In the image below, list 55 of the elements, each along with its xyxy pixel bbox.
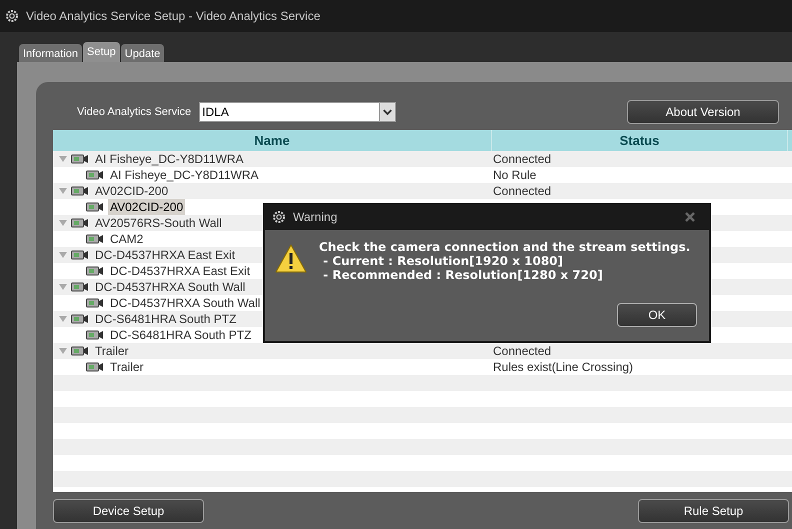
- camera-icon: [86, 298, 104, 308]
- status-cell: Connected: [492, 151, 552, 168]
- tab[interactable]: Information: [19, 44, 82, 62]
- status-cell-text: Connected: [492, 343, 552, 360]
- device-name[interactable]: DC-D4537HRXA South Wall: [108, 295, 262, 311]
- status-cell-text: No Rule: [492, 167, 536, 184]
- close-icon[interactable]: [685, 212, 695, 222]
- rule-setup-button[interactable]: Rule Setup: [638, 498, 789, 522]
- camera-icon: [86, 266, 104, 276]
- camera-icon: [86, 202, 104, 212]
- status-cell-text: Connected: [492, 183, 552, 200]
- device-name[interactable]: AV20576RS-South Wall: [93, 215, 224, 231]
- service-dropdown[interactable]: IDLA: [199, 102, 396, 122]
- tab[interactable]: Update: [120, 44, 164, 62]
- camera-icon: [86, 170, 104, 180]
- camera-icon: [71, 186, 89, 196]
- device-name[interactable]: Trailer: [108, 359, 146, 375]
- collapse-triangle-icon[interactable]: [59, 156, 67, 162]
- device-name[interactable]: AV02CID-200: [108, 199, 186, 215]
- device-name[interactable]: Trailer: [93, 343, 131, 359]
- service-label: Video Analytics Service: [77, 104, 192, 120]
- device-name[interactable]: DC-S6481HRA South PTZ: [108, 327, 254, 343]
- device-name[interactable]: AI Fisheye_DC-Y8D11WRA: [93, 151, 246, 167]
- camera-icon: [71, 250, 89, 260]
- device-name[interactable]: DC-D4537HRXA East Exit: [108, 263, 252, 279]
- device-name[interactable]: DC-S6481HRA South PTZ: [93, 311, 238, 327]
- device-name[interactable]: AI Fisheye_DC-Y8D11WRA: [108, 167, 260, 183]
- camera-icon: [71, 218, 89, 228]
- gear-icon: [6, 10, 18, 22]
- camera-icon: [71, 282, 89, 292]
- camera-icon: [71, 154, 89, 164]
- about-version-button[interactable]: About Version: [627, 100, 779, 124]
- camera-icon: [86, 234, 104, 244]
- collapse-triangle-icon[interactable]: [59, 252, 67, 258]
- dialog-title: Warning: [293, 208, 338, 226]
- device-setup-button[interactable]: Device Setup: [53, 498, 204, 522]
- camera-icon: [86, 362, 104, 372]
- collapse-triangle-icon[interactable]: [59, 316, 67, 322]
- window-title: Video Analytics Service Setup - Video Analytics Service: [26, 8, 320, 25]
- device-name[interactable]: CAM2: [108, 231, 146, 247]
- camera-icon: [71, 314, 89, 324]
- camera-icon: [86, 330, 104, 340]
- ok-button[interactable]: OK: [617, 303, 697, 327]
- collapse-triangle-icon[interactable]: [59, 220, 67, 226]
- collapse-triangle-icon[interactable]: [59, 188, 67, 194]
- gear-icon: [273, 210, 285, 222]
- device-name[interactable]: DC-D4537HRXA East Exit: [93, 247, 238, 263]
- status-cell-text: Rules exist(Line Crossing): [492, 359, 634, 376]
- device-name[interactable]: AV02CID-200: [93, 183, 170, 199]
- warning-message: Check the camera connection and the stream settings. - Current : Resolution[1920 x 1080] - Recommended : Resolution[1280 x 720]: [319, 240, 690, 282]
- collapse-triangle-icon[interactable]: [59, 348, 67, 354]
- warning-icon: [275, 244, 307, 273]
- camera-icon: [71, 346, 89, 356]
- collapse-triangle-icon[interactable]: [59, 284, 67, 290]
- chevron-down-icon: [379, 103, 396, 121]
